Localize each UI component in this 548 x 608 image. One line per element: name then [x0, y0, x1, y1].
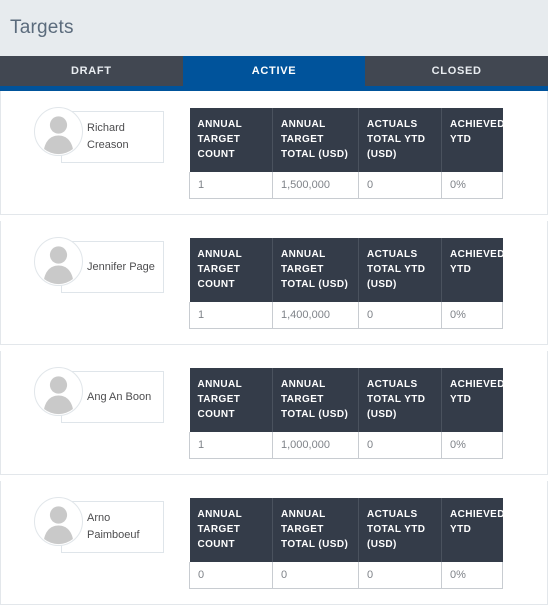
- cell-annual-target-count: 1: [189, 172, 273, 199]
- header-annual-target-count: ANNUAL TARGET COUNT: [189, 498, 273, 562]
- metrics-table-body: 0 0 0 0%: [189, 562, 503, 589]
- header-annual-target-count: ANNUAL TARGET COUNT: [189, 108, 273, 172]
- header-achieved-ytd: ACHIEVED YTD: [441, 238, 504, 302]
- person-block[interactable]: Jennifer Page: [34, 237, 164, 293]
- person-block[interactable]: Ang An Boon: [34, 367, 164, 423]
- metrics-header-row: ANNUAL TARGET COUNT ANNUAL TARGET TOTAL …: [189, 368, 504, 432]
- target-record-card[interactable]: Ang An Boon ANNUAL TARGET COUNT ANNUAL T…: [0, 351, 548, 475]
- cell-achieved-ytd: 0%: [441, 562, 503, 589]
- metrics-table-body: 1 1,400,000 0 0%: [189, 302, 503, 329]
- metrics-table-head: ANNUAL TARGET COUNT ANNUAL TARGET TOTAL …: [189, 498, 504, 562]
- person-name: Arno Paimboeuf: [87, 512, 140, 541]
- person-name: Richard Creason: [87, 122, 129, 151]
- metrics-table: ANNUAL TARGET COUNT ANNUAL TARGET TOTAL …: [189, 108, 504, 199]
- header-annual-target-total: ANNUAL TARGET TOTAL (USD): [272, 238, 359, 302]
- header-actuals-total-ytd: ACTUALS TOTAL YTD (USD): [358, 108, 442, 172]
- tab-active[interactable]: ACTIVE: [182, 56, 366, 86]
- table-row: 1 1,400,000 0 0%: [189, 302, 503, 329]
- person-avatar-icon: [34, 107, 83, 156]
- cell-actuals-total-ytd: 0: [358, 562, 442, 589]
- cell-achieved-ytd: 0%: [441, 432, 503, 459]
- target-record-card[interactable]: Richard Creason ANNUAL TARGET COUNT ANNU…: [0, 91, 548, 215]
- metrics-table-body: 1 1,500,000 0 0%: [189, 172, 503, 199]
- cell-achieved-ytd: 0%: [441, 172, 503, 199]
- header-actuals-total-ytd: ACTUALS TOTAL YTD (USD): [358, 368, 442, 432]
- metrics-table-head: ANNUAL TARGET COUNT ANNUAL TARGET TOTAL …: [189, 238, 504, 302]
- metrics-table: ANNUAL TARGET COUNT ANNUAL TARGET TOTAL …: [189, 238, 504, 329]
- header-actuals-total-ytd: ACTUALS TOTAL YTD (USD): [358, 498, 442, 562]
- person-avatar-icon: [34, 237, 83, 286]
- person-avatar-icon: [34, 497, 83, 546]
- cell-annual-target-total: 1,000,000: [272, 432, 359, 459]
- cell-achieved-ytd: 0%: [441, 302, 503, 329]
- cell-annual-target-total: 1,500,000: [272, 172, 359, 199]
- target-record-card[interactable]: Jennifer Page ANNUAL TARGET COUNT ANNUAL…: [0, 221, 548, 345]
- tab-closed-label: CLOSED: [431, 65, 482, 77]
- cell-annual-target-total: 0: [272, 562, 359, 589]
- metrics-table-head: ANNUAL TARGET COUNT ANNUAL TARGET TOTAL …: [189, 108, 504, 172]
- header-annual-target-total: ANNUAL TARGET TOTAL (USD): [272, 498, 359, 562]
- header-achieved-ytd: ACHIEVED YTD: [441, 498, 504, 562]
- cell-annual-target-count: 1: [189, 302, 273, 329]
- person-block[interactable]: Richard Creason: [34, 107, 164, 163]
- metrics-header-row: ANNUAL TARGET COUNT ANNUAL TARGET TOTAL …: [189, 108, 504, 172]
- metrics-table: ANNUAL TARGET COUNT ANNUAL TARGET TOTAL …: [189, 368, 504, 459]
- cell-actuals-total-ytd: 0: [358, 302, 442, 329]
- tab-closed[interactable]: CLOSED: [365, 56, 548, 86]
- metrics-table-body: 1 1,000,000 0 0%: [189, 432, 503, 459]
- cell-actuals-total-ytd: 0: [358, 172, 442, 199]
- cell-annual-target-count: 0: [189, 562, 273, 589]
- person-avatar-icon: [34, 367, 83, 416]
- page-title: Targets: [10, 17, 74, 38]
- metrics-table-head: ANNUAL TARGET COUNT ANNUAL TARGET TOTAL …: [189, 368, 504, 432]
- header-achieved-ytd: ACHIEVED YTD: [441, 368, 504, 432]
- table-row: 0 0 0 0%: [189, 562, 503, 589]
- metrics-header-row: ANNUAL TARGET COUNT ANNUAL TARGET TOTAL …: [189, 498, 504, 562]
- page-header: Targets: [0, 0, 548, 56]
- header-annual-target-total: ANNUAL TARGET TOTAL (USD): [272, 368, 359, 432]
- tab-active-label: ACTIVE: [251, 65, 297, 77]
- tab-draft-label: DRAFT: [70, 65, 112, 77]
- metrics-table: ANNUAL TARGET COUNT ANNUAL TARGET TOTAL …: [189, 498, 504, 589]
- header-actuals-total-ytd: ACTUALS TOTAL YTD (USD): [358, 238, 442, 302]
- metrics-header-row: ANNUAL TARGET COUNT ANNUAL TARGET TOTAL …: [189, 238, 504, 302]
- targets-list: Richard Creason ANNUAL TARGET COUNT ANNU…: [0, 91, 548, 605]
- tab-draft[interactable]: DRAFT: [0, 56, 183, 86]
- header-annual-target-count: ANNUAL TARGET COUNT: [189, 368, 273, 432]
- tab-bar: DRAFT ACTIVE CLOSED: [0, 56, 548, 86]
- cell-annual-target-total: 1,400,000: [272, 302, 359, 329]
- table-row: 1 1,000,000 0 0%: [189, 432, 503, 459]
- table-row: 1 1,500,000 0 0%: [189, 172, 503, 199]
- header-annual-target-total: ANNUAL TARGET TOTAL (USD): [272, 108, 359, 172]
- header-achieved-ytd: ACHIEVED YTD: [441, 108, 504, 172]
- header-annual-target-count: ANNUAL TARGET COUNT: [189, 238, 273, 302]
- cell-annual-target-count: 1: [189, 432, 273, 459]
- cell-actuals-total-ytd: 0: [358, 432, 442, 459]
- person-name: Ang An Boon: [87, 390, 152, 403]
- person-block[interactable]: Arno Paimboeuf: [34, 497, 164, 553]
- person-name: Jennifer Page: [87, 260, 155, 273]
- target-record-card[interactable]: Arno Paimboeuf ANNUAL TARGET COUNT ANNUA…: [0, 481, 548, 605]
